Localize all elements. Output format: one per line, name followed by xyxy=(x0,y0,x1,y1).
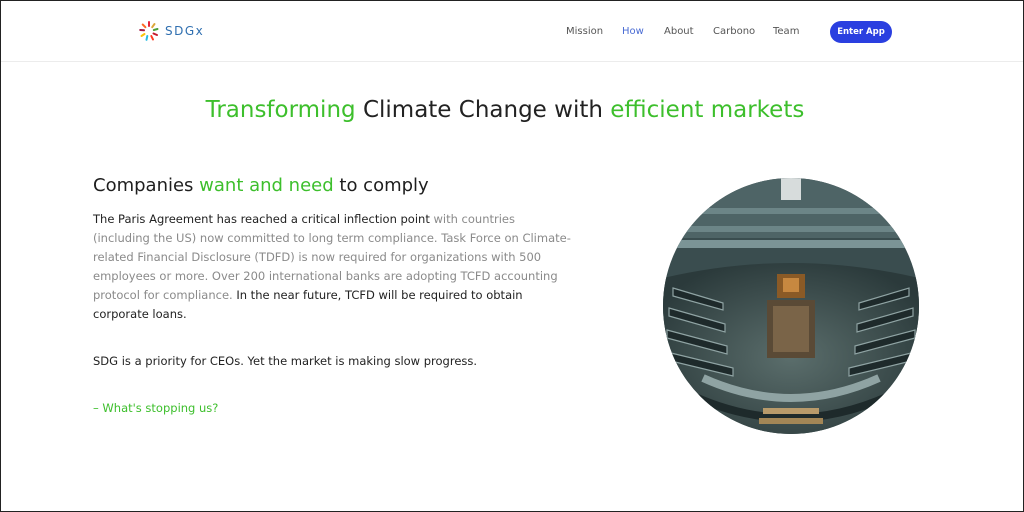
logo[interactable]: SDGx xyxy=(137,19,204,43)
section-paragraph: The Paris Agreement has reached a critic… xyxy=(93,210,573,324)
hero-title-highlight-2: efficient markets xyxy=(610,97,805,123)
priority-statement: SDG is a priority for CEOs. Yet the mark… xyxy=(93,354,478,368)
section-heading-part1: Companies xyxy=(93,175,200,196)
hero-title-highlight-1: Transforming xyxy=(205,97,356,123)
section-heading: Companies want and need to comply xyxy=(93,175,429,196)
sdg-wheel-icon xyxy=(137,19,161,43)
parliament-photo xyxy=(663,178,919,434)
nav-item-how[interactable]: How xyxy=(622,26,644,37)
nav-item-team[interactable]: Team xyxy=(773,26,799,37)
nav-item-carbono[interactable]: Carbono xyxy=(713,26,755,37)
enter-app-button[interactable]: Enter App xyxy=(830,21,892,43)
nav-item-about[interactable]: About xyxy=(664,26,694,37)
section-heading-highlight: want and need xyxy=(199,175,334,196)
nav-item-mission[interactable]: Mission xyxy=(566,26,603,37)
section-heading-part3: to comply xyxy=(333,175,429,196)
whats-stopping-us-link[interactable]: – What's stopping us? xyxy=(93,401,218,415)
hero-title-middle: Climate Change with xyxy=(355,97,611,123)
hero-title: Transforming Climate Change with efficie… xyxy=(0,97,1010,123)
logo-text: SDGx xyxy=(165,24,205,38)
top-navbar: SDGx Mission How About Carbono Team Ente… xyxy=(1,1,1023,62)
paragraph-bold-1: The Paris Agreement has reached a critic… xyxy=(93,212,430,226)
